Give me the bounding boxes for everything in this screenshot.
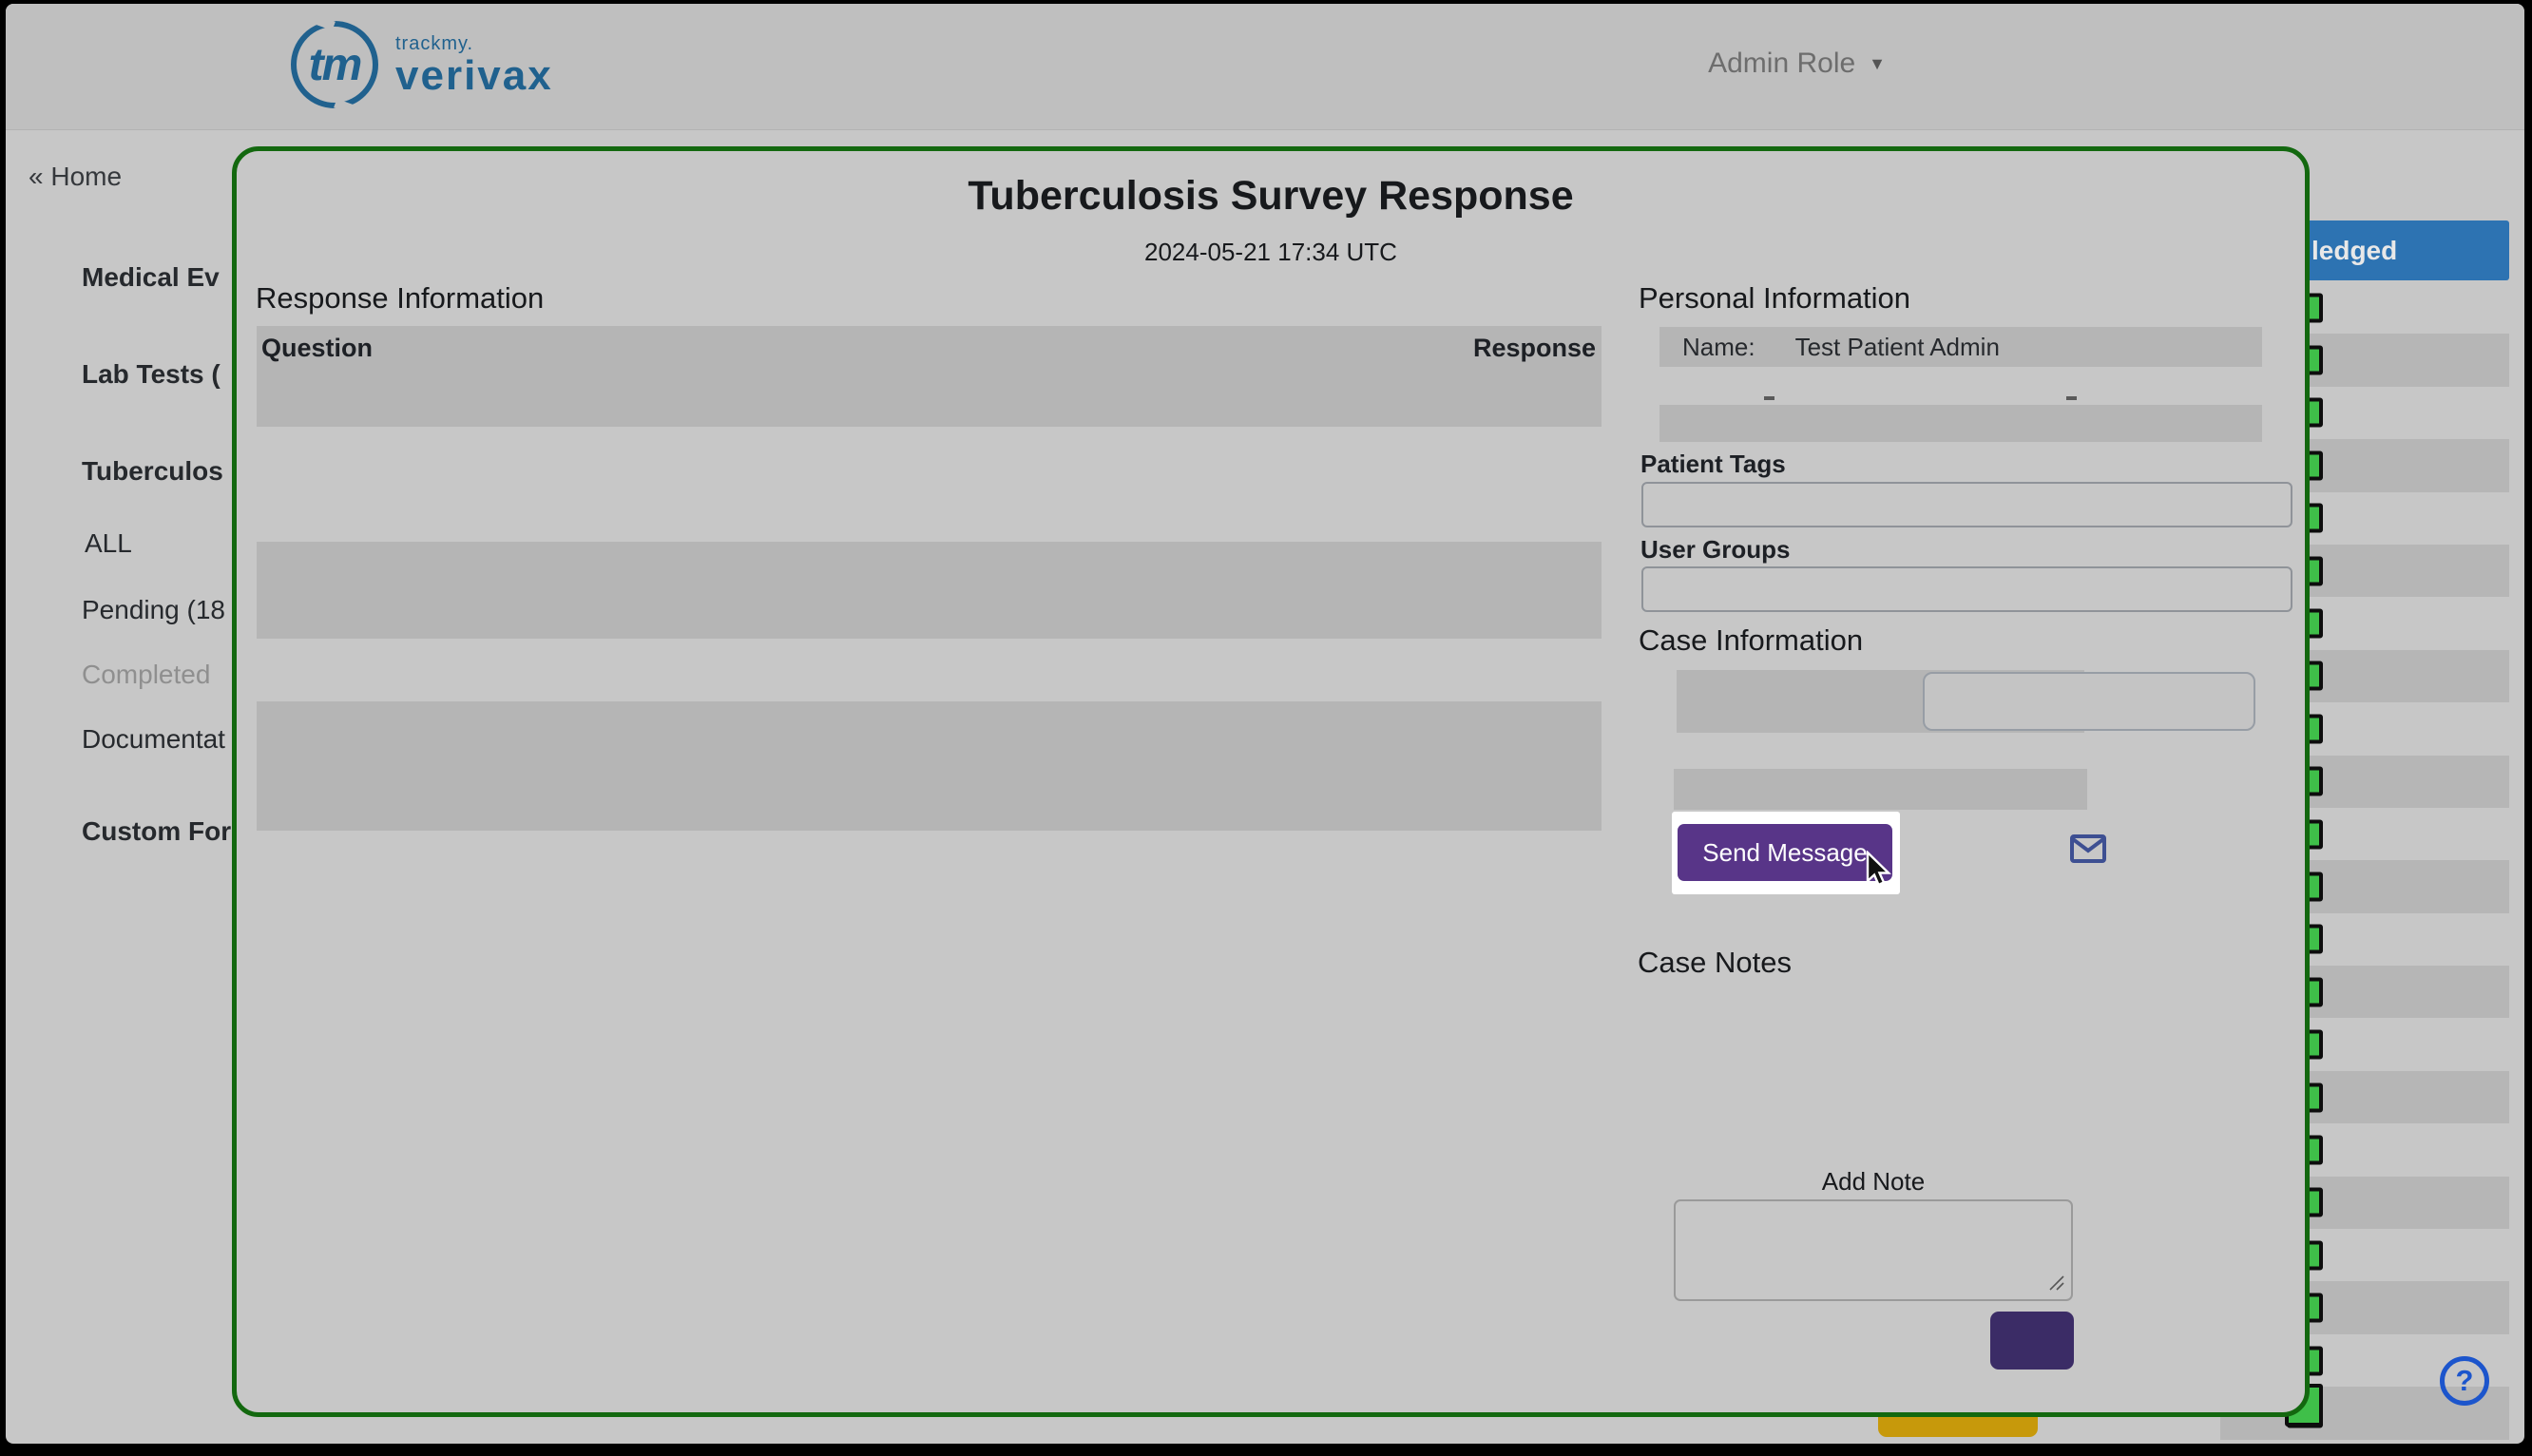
case-information-heading: Case Information: [1639, 623, 1863, 658]
role-dropdown[interactable]: Admin Role ▼: [1708, 48, 1886, 80]
brand-logo[interactable]: tm trackmy. verivax: [291, 21, 553, 108]
role-dropdown-label: Admin Role: [1708, 48, 1855, 80]
add-note-submit-button[interactable]: [1990, 1312, 2074, 1370]
help-button[interactable]: ?: [2440, 1356, 2489, 1406]
acknowledged-header-visible-text: ledged: [2311, 236, 2397, 266]
envelope-icon[interactable]: [2069, 832, 2107, 866]
patient-tags-label: Patient Tags: [1640, 450, 1786, 479]
sidebar-item-all[interactable]: ALL: [85, 528, 132, 559]
sidebar-item-pending[interactable]: Pending (18: [82, 595, 225, 625]
sidebar-item-medical-evaluations[interactable]: Medical Ev: [82, 262, 220, 293]
name-label: Name:: [1682, 333, 1755, 362]
app-header: tm trackmy. verivax Admin Role ▼: [6, 4, 2524, 130]
response-table-row: [257, 701, 1602, 831]
modal-timestamp: 2024-05-21 17:34 UTC: [237, 238, 2305, 267]
patient-info-row: [1659, 405, 2262, 442]
patient-name-row: Name: Test Patient Admin: [1659, 327, 2262, 367]
sidebar-item-tuberculosis[interactable]: Tuberculos: [82, 456, 223, 487]
modal-title: Tuberculosis Survey Response: [237, 173, 2305, 220]
app-screen: tm trackmy. verivax Admin Role ▼ « Home …: [6, 4, 2524, 1444]
mouse-cursor-icon: [1860, 851, 1898, 892]
sidebar-item-documentation[interactable]: Documentat: [82, 724, 225, 755]
response-table-row: [257, 542, 1602, 639]
chevron-down-icon: ▼: [1869, 54, 1886, 74]
case-info-row: [1674, 769, 2087, 810]
add-note-textarea[interactable]: [1674, 1199, 2073, 1301]
question-column-header: Question: [261, 334, 373, 363]
sidebar-item-lab-tests[interactable]: Lab Tests (: [82, 359, 221, 390]
logo-monogram-text: tm: [309, 39, 361, 91]
redacted-text-mark: [1764, 396, 1774, 400]
tuberculosis-survey-modal: Tuberculosis Survey Response 2024-05-21 …: [232, 146, 2310, 1417]
user-groups-input[interactable]: [1641, 566, 2292, 612]
response-column-header: Response: [1473, 334, 1596, 363]
response-information-heading: Response Information: [256, 281, 544, 316]
redacted-text-mark: [2066, 396, 2077, 400]
sidebar-item-custom-forms[interactable]: Custom For: [82, 816, 231, 847]
resize-grip-icon[interactable]: [2044, 1271, 2067, 1293]
user-groups-label: User Groups: [1640, 535, 1791, 565]
case-info-select[interactable]: [1923, 672, 2255, 731]
case-notes-heading: Case Notes: [1638, 946, 1792, 980]
home-link[interactable]: « Home: [29, 162, 122, 192]
question-mark-icon: ?: [2456, 1364, 2474, 1398]
name-value: Test Patient Admin: [1795, 333, 2000, 362]
add-note-label: Add Note: [1674, 1167, 2073, 1197]
logo-monogram-icon: tm: [291, 21, 378, 108]
patient-tags-input[interactable]: [1641, 482, 2292, 527]
response-table-header: Question Response: [257, 326, 1602, 427]
sidebar-item-completed[interactable]: Completed: [82, 660, 210, 690]
personal-information-heading: Personal Information: [1639, 281, 1910, 316]
logo-verivax-text: verivax: [395, 55, 553, 97]
logo-wordmark: trackmy. verivax: [395, 33, 553, 97]
